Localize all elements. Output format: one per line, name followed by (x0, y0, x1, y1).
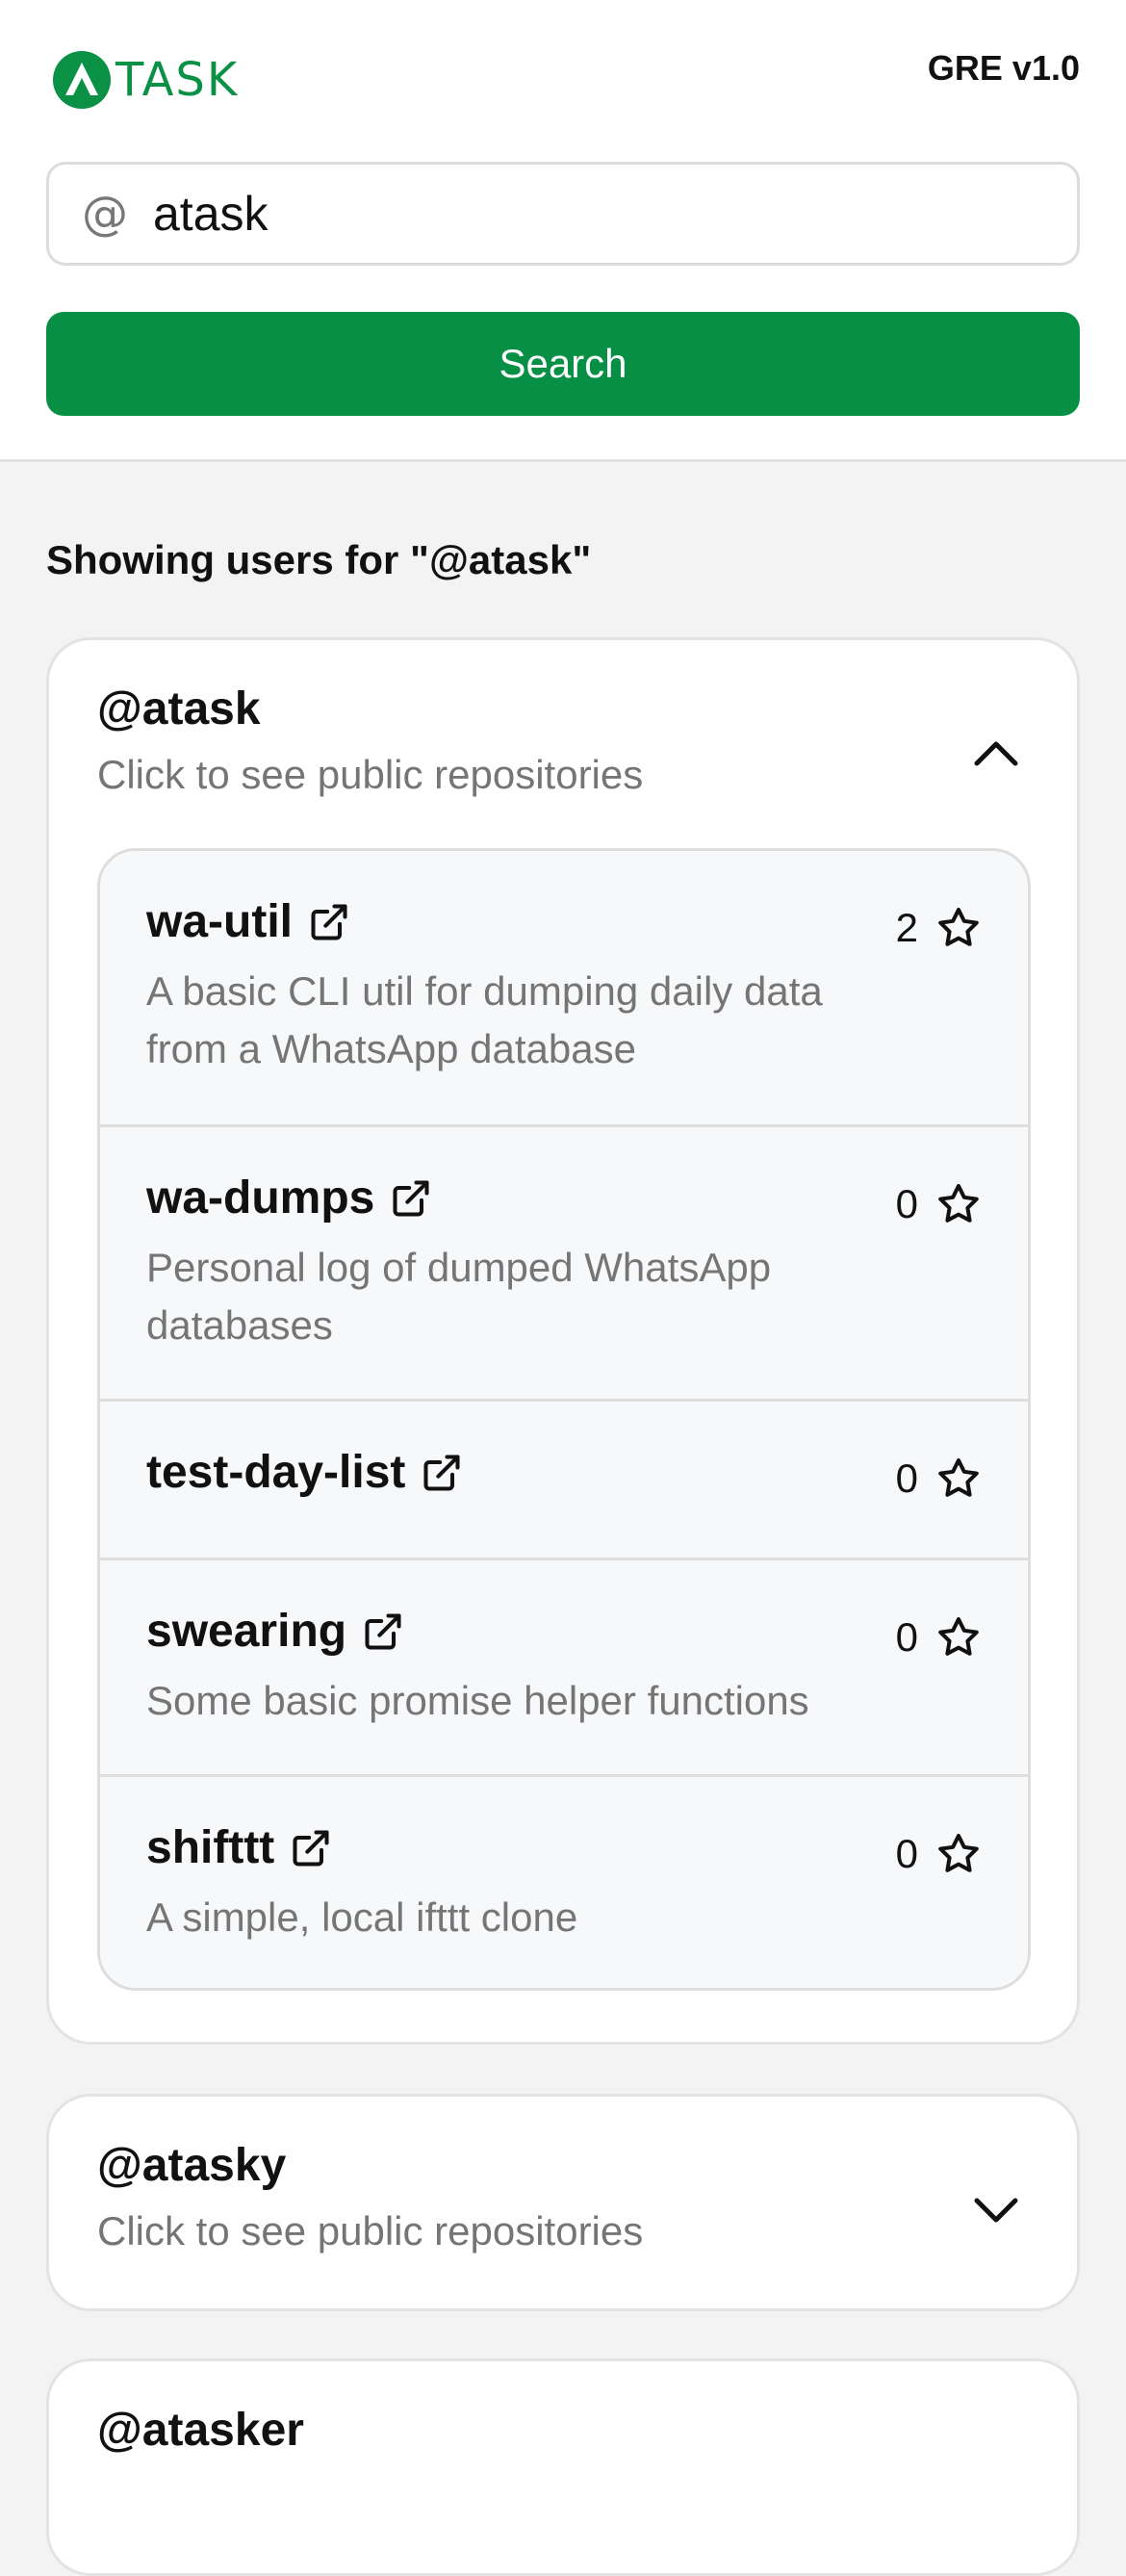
star-icon (938, 1458, 979, 1497)
repo-stars: 0 (896, 1831, 982, 1877)
repo-description: A simple, local ifttt clone (146, 1894, 578, 1940)
repo-name: wa-dumps (146, 1172, 375, 1224)
repo-name: swearing (146, 1606, 347, 1657)
star-count: 0 (895, 1614, 918, 1660)
external-link-icon (423, 1454, 460, 1491)
chevron-up-icon[interactable] (969, 727, 1023, 781)
repo-stars: 0 (896, 1455, 982, 1502)
search-button[interactable]: Search (46, 312, 1080, 416)
star-count: 0 (895, 1455, 918, 1501)
app-logo: TASK (52, 50, 239, 110)
results-heading: Showing users for "@atask" (46, 537, 592, 582)
repo-name: shifttt (146, 1822, 275, 1873)
repo-stars: 2 (896, 905, 982, 951)
repo-description: Some basic promise helper functions (146, 1678, 809, 1723)
repo-link[interactable]: wa-dumps (146, 1172, 432, 1224)
repo-link[interactable]: wa-util (146, 895, 350, 948)
search-field[interactable]: @ (46, 162, 1080, 266)
star-count: 0 (895, 1181, 918, 1226)
repo-item: wa-util A basic CLI util for dumping dai… (100, 851, 1028, 1124)
app-header: TASK GRE v1.0 @ Search (0, 0, 1126, 462)
repo-item: shifttt A simple, local ifttt clone 0 (100, 1774, 1028, 1988)
username: @atasky (97, 2140, 287, 2191)
repo-item: wa-dumps Personal log of dumped WhatsApp… (100, 1124, 1028, 1399)
external-link-icon (365, 1612, 401, 1650)
repo-description: Personal log of dumped WhatsApp database… (146, 1245, 772, 1348)
username: @atask (97, 683, 261, 734)
external-link-icon (311, 903, 347, 940)
star-count: 0 (895, 1831, 918, 1876)
repo-list: wa-util A basic CLI util for dumping dai… (97, 848, 1031, 1991)
star-icon (938, 1617, 979, 1656)
repo-stars: 0 (896, 1614, 982, 1661)
user-subtitle: Click to see public repositories (97, 2208, 644, 2254)
external-link-icon (293, 1829, 329, 1867)
search-input[interactable] (153, 186, 1019, 242)
user-card: @atasky Click to see public repositories (46, 2094, 1080, 2311)
user-card-header[interactable]: @atasker (49, 2361, 1077, 2573)
at-icon: @ (82, 187, 128, 241)
repo-link[interactable]: swearing (146, 1605, 404, 1658)
repo-link[interactable]: test-day-list (146, 1446, 463, 1499)
repo-item: test-day-list 0 (100, 1399, 1028, 1558)
repo-name: test-day-list (146, 1447, 406, 1498)
repo-link[interactable]: shifttt (146, 1821, 332, 1874)
repo-name: wa-util (146, 896, 293, 947)
username: @atasker (97, 2405, 304, 2456)
star-icon (938, 908, 979, 946)
logo-text: TASK (115, 53, 240, 107)
chevron-down-icon[interactable] (969, 2183, 1023, 2237)
repo-stars: 0 (896, 1181, 982, 1227)
user-card-header[interactable]: @atasky Click to see public repositories (49, 2097, 1077, 2308)
star-count: 2 (895, 905, 918, 950)
user-card: @atask Click to see public repositories … (46, 637, 1080, 2045)
atask-logo-icon (53, 51, 111, 109)
user-subtitle: Click to see public repositories (97, 752, 644, 797)
user-card: @atasker (46, 2358, 1080, 2576)
user-card-header[interactable]: @atask Click to see public repositories (49, 640, 1077, 852)
external-link-icon (393, 1179, 429, 1217)
star-icon (938, 1184, 979, 1223)
repo-description: A basic CLI util for dumping daily data … (146, 968, 823, 1071)
repo-item: swearing Some basic promise helper funct… (100, 1558, 1028, 1774)
star-icon (938, 1834, 979, 1872)
version-label: GRE v1.0 (927, 48, 1080, 88)
